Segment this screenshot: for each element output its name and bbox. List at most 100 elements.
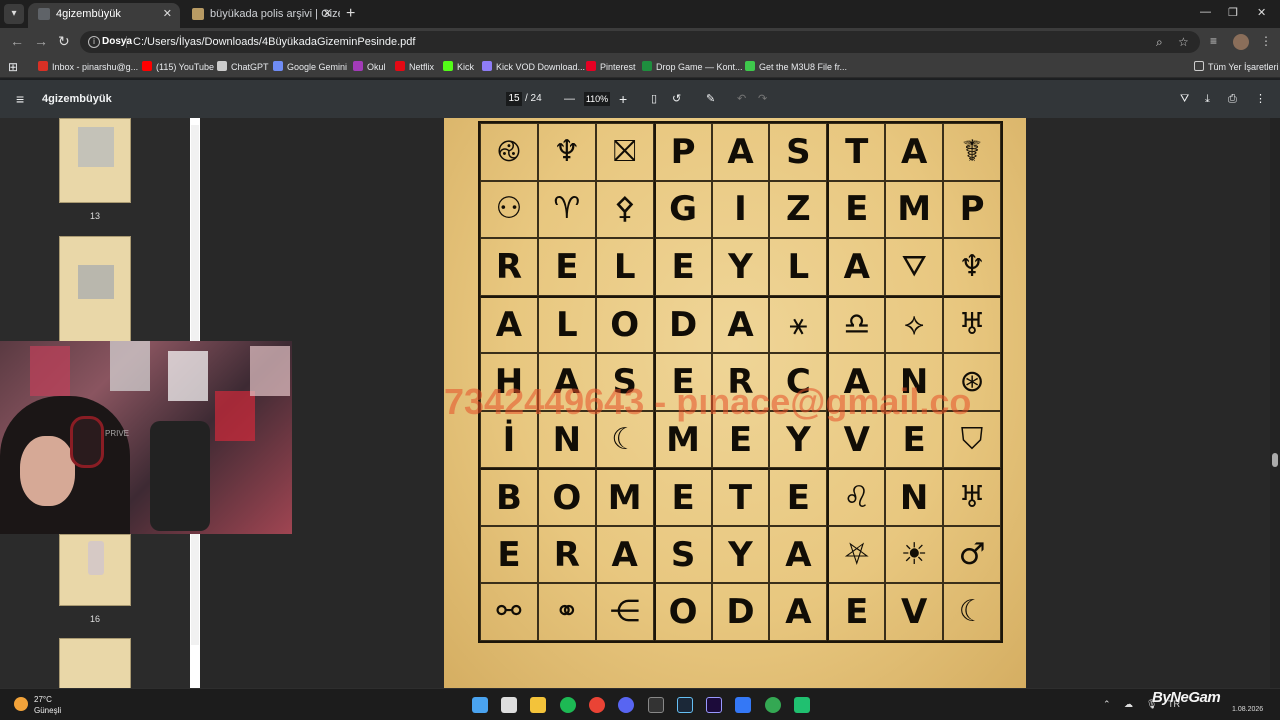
tab-search-button[interactable]: ▾: [4, 4, 24, 24]
bookmark-gmail[interactable]: Inbox - pinarshu@g...: [38, 56, 138, 78]
menu-icon[interactable]: ⋮: [1260, 34, 1272, 48]
app-icon[interactable]: [735, 697, 751, 713]
epic-games-icon[interactable]: [648, 697, 664, 713]
tab-active[interactable]: 4gizembüyük ✕: [28, 3, 180, 28]
webcam-overlay: PRIVE: [0, 341, 292, 534]
site-info-icon[interactable]: i: [88, 36, 100, 48]
bookmark-chatgpt[interactable]: ChatGPT: [217, 56, 269, 78]
bookmark-youtube[interactable]: (115) YouTube: [142, 56, 214, 78]
new-tab-icon[interactable]: +: [346, 5, 355, 23]
bookmark-drop-game[interactable]: Drop Game — Kont...: [642, 56, 743, 78]
zoom-level-input[interactable]: 110%: [584, 92, 610, 106]
forward-icon[interactable]: →: [34, 33, 48, 49]
grid-cell: A: [827, 238, 886, 296]
wall-poster: [110, 341, 150, 391]
chrome-icon[interactable]: [589, 697, 605, 713]
reload-icon[interactable]: ↻: [58, 33, 70, 50]
bookmark-label: Okul: [367, 62, 386, 72]
grid-cell: ☀: [885, 525, 944, 584]
page-thumbnail[interactable]: [59, 236, 131, 346]
file-explorer-icon[interactable]: [530, 697, 546, 713]
zoom-in-icon[interactable]: +: [619, 80, 627, 118]
bookmark-label: Inbox - pinarshu@g...: [52, 62, 139, 72]
bookmark-pinterest[interactable]: Pinterest: [586, 56, 636, 78]
discord-icon[interactable]: [618, 697, 634, 713]
close-tab-icon[interactable]: ✕: [323, 3, 332, 25]
grid-cell: Z: [769, 180, 828, 239]
grid-cell: N: [885, 468, 944, 526]
grid-cell: ☾: [943, 583, 1001, 641]
address-bar[interactable]: i Dosya C:/Users/İlyas/Downloads/4Büyüka…: [80, 31, 1200, 53]
bookmarks-bar: ⊞ Inbox - pinarshu@g... (115) YouTube Ch…: [0, 56, 1280, 78]
after-effects-icon[interactable]: [706, 697, 722, 713]
weather-sun-icon[interactable]: [14, 697, 28, 711]
bookmark-gemini[interactable]: Google Gemini: [273, 56, 347, 78]
bookmark-star-icon[interactable]: ☆: [1178, 31, 1189, 53]
tray-chevron-icon[interactable]: ⌃: [1103, 699, 1111, 710]
thumbnail-label: 16: [89, 614, 100, 624]
drive-icon[interactable]: ⛛: [1180, 80, 1189, 118]
annotate-icon[interactable]: ✎: [706, 80, 715, 118]
grid-cell: S: [769, 123, 828, 181]
bookmark-label: (115) YouTube: [156, 62, 215, 72]
grid-cell: ♎: [827, 295, 886, 354]
maximize-icon[interactable]: ❐: [1228, 6, 1238, 19]
bookmark-kick-vod[interactable]: Kick VOD Download...: [482, 56, 585, 78]
sidebar-menu-icon[interactable]: ≡: [16, 80, 24, 118]
all-bookmarks[interactable]: Tüm Yer İşaretleri: [1194, 56, 1279, 78]
grid-cell: ⛛: [885, 238, 944, 296]
close-window-icon[interactable]: ✕: [1257, 6, 1266, 19]
kick-icon: [443, 61, 453, 71]
grid-cell: ♅: [943, 468, 1001, 526]
bookmark-okul[interactable]: Okul: [353, 56, 386, 78]
bookmark-m3u8[interactable]: Get the M3U8 File fr...: [745, 56, 847, 78]
start-windows-icon[interactable]: [472, 697, 488, 713]
print-icon[interactable]: ⎙: [1228, 80, 1237, 118]
clock-date[interactable]: 1.08.2026: [1232, 706, 1263, 713]
grid-cell: P: [653, 123, 712, 181]
grid-cell: T: [711, 468, 770, 526]
wall-poster: [215, 391, 255, 441]
minimize-icon[interactable]: —: [1200, 6, 1211, 18]
grid-cell: A: [711, 295, 770, 354]
page-thumbnail[interactable]: [59, 638, 131, 688]
page-number-input[interactable]: 15: [506, 92, 522, 106]
bookmark-kick[interactable]: Kick: [443, 56, 474, 78]
chrome-active-icon[interactable]: [765, 697, 781, 713]
grid-cell: E: [653, 468, 712, 526]
main-scrollbar[interactable]: [1270, 118, 1280, 688]
page-thumbnail[interactable]: [59, 534, 131, 606]
grid-cell: O: [537, 468, 596, 526]
wall-poster: [250, 346, 290, 396]
back-icon[interactable]: ←: [10, 33, 24, 49]
scrollbar-thumb[interactable]: [1272, 453, 1278, 467]
close-tab-icon[interactable]: ✕: [163, 3, 172, 25]
tab-favicon-icon: [38, 8, 50, 20]
grid-cell: P: [943, 180, 1001, 239]
rotate-icon[interactable]: ↺: [672, 80, 681, 118]
app-green-icon[interactable]: [794, 697, 810, 713]
zoom-icon[interactable]: ⌕: [1156, 31, 1163, 53]
network-icon[interactable]: ☁: [1124, 699, 1133, 710]
tab-inactive[interactable]: büyükada polis arşivi | Gizemin ✕: [182, 3, 340, 28]
watermark-text: 7342449643 - pınace@gmail.co: [444, 382, 972, 422]
zoom-out-icon[interactable]: —: [564, 80, 575, 118]
grid-cell: B: [480, 468, 538, 526]
grid-cell: D: [653, 295, 712, 354]
bookmark-netflix[interactable]: Netflix: [395, 56, 434, 78]
download-icon[interactable]: ⤓: [1205, 80, 1210, 118]
media-icon[interactable]: ≡: [1210, 34, 1217, 48]
steam-icon[interactable]: [677, 697, 693, 713]
fit-page-icon[interactable]: ▯: [651, 80, 657, 118]
profile-avatar[interactable]: [1233, 34, 1249, 50]
task-view-icon[interactable]: [501, 697, 517, 713]
tab-title: büyükada polis arşivi | Gizemin: [210, 8, 340, 20]
redo-icon[interactable]: ↷: [758, 80, 767, 118]
undo-icon[interactable]: ↶: [737, 80, 746, 118]
apps-icon[interactable]: ⊞: [8, 56, 18, 78]
page-thumbnail[interactable]: [59, 118, 131, 203]
page-total: / 24: [525, 93, 542, 104]
spotify-icon[interactable]: [560, 697, 576, 713]
more-options-icon[interactable]: ⋮: [1255, 80, 1266, 118]
url-text[interactable]: C:/Users/İlyas/Downloads/4BüyükadaGizemi…: [133, 31, 415, 53]
